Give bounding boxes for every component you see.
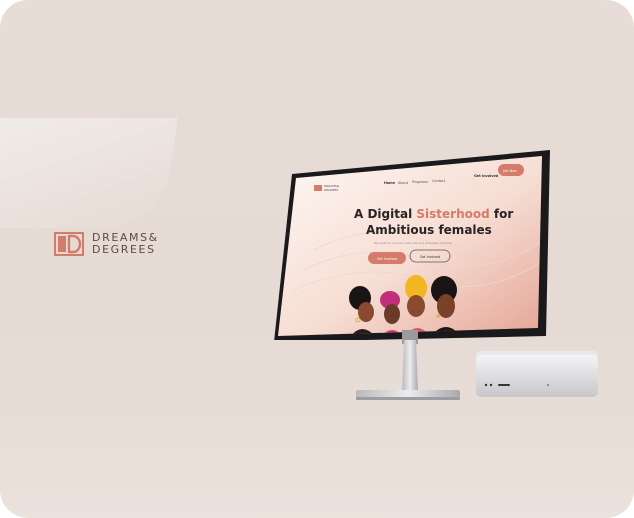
site-logo-line2: DEGREES bbox=[324, 188, 338, 192]
floor-surface bbox=[0, 400, 634, 518]
brand-name-line2: DEGREES bbox=[92, 243, 156, 256]
join-button-label: Join Now bbox=[502, 169, 517, 173]
monitor-display: DREAMS& DEGREES Home About Programs Cont… bbox=[274, 150, 550, 340]
headline-part2: for bbox=[490, 207, 514, 221]
cta-secondary-label: Get Involved bbox=[420, 255, 440, 259]
nav-home[interactable]: Home bbox=[384, 181, 396, 185]
get-involved-link[interactable]: Get Involved bbox=[474, 174, 499, 178]
light-glare bbox=[0, 118, 178, 228]
headline-line1: A Digital Sisterhood for bbox=[354, 207, 513, 221]
cta-primary-label: Get Involved bbox=[377, 257, 397, 261]
nav-programs[interactable]: Programs bbox=[412, 180, 428, 184]
monitor-stand bbox=[356, 330, 460, 400]
nav-about[interactable]: About bbox=[398, 181, 409, 185]
showcase-card: DREAMS& DEGREES DREAMS& DEGREES Home Abo… bbox=[0, 0, 634, 518]
desktop-computer bbox=[476, 351, 598, 397]
dd-logo-icon bbox=[54, 232, 84, 256]
site-logo-icon bbox=[314, 185, 322, 191]
brand-logo-block: DREAMS& DEGREES bbox=[54, 232, 159, 256]
headline-accent: Sisterhood bbox=[416, 207, 489, 221]
nav-contact[interactable]: Contact bbox=[432, 179, 446, 183]
hero-subtitle: We exist to connect, educate and empower… bbox=[374, 241, 453, 245]
headline-part1: A Digital bbox=[354, 207, 416, 221]
headline-line2: Ambitious females bbox=[366, 223, 492, 237]
